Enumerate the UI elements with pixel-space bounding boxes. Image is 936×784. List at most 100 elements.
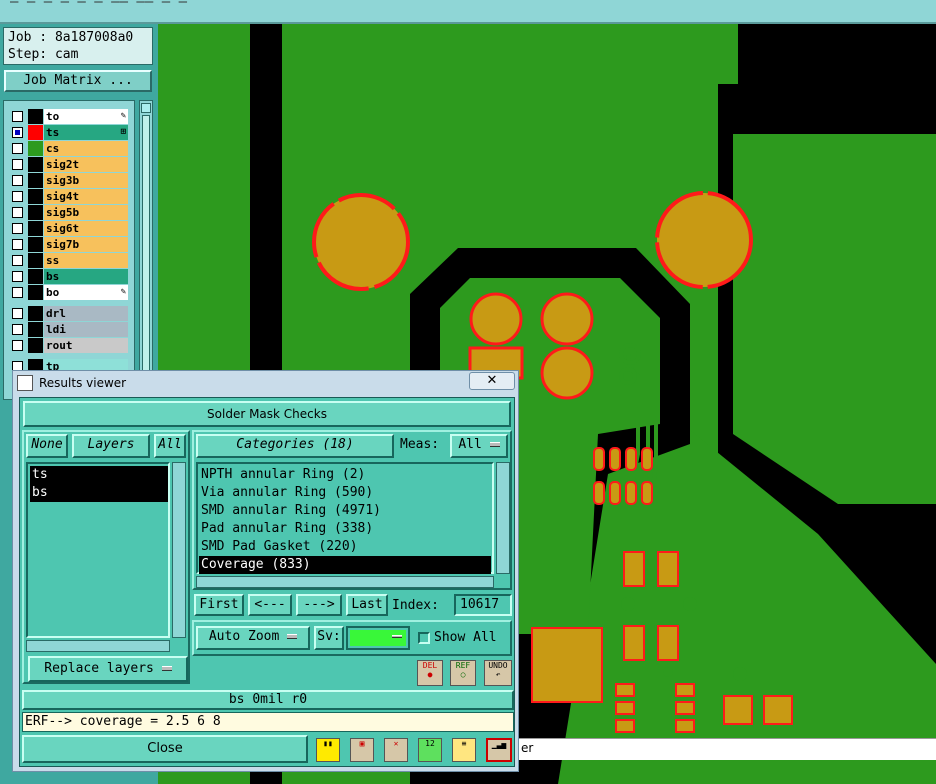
layer-row-ss[interactable]: ss — [10, 253, 128, 268]
title-strip: — — — — — — —— —— — — — [0, 0, 936, 24]
layer-row-drl[interactable]: drl — [10, 306, 128, 321]
layer-row-sig4t[interactable]: sig4t — [10, 189, 128, 204]
reject-icon[interactable]: ✕ — [384, 738, 408, 762]
pencil-icon: ✎ — [120, 287, 126, 297]
layer-checkbox[interactable] — [12, 255, 23, 266]
layer-checkbox[interactable] — [12, 175, 23, 186]
layer-list-scrollbar[interactable] — [139, 100, 153, 400]
layer-color-swatch — [28, 221, 43, 236]
layer-results-list[interactable]: ts bs — [26, 462, 170, 638]
close-window-icon[interactable]: ✕ — [469, 372, 515, 390]
next-button[interactable]: ---> — [296, 594, 342, 616]
layer-name: ss — [44, 253, 128, 268]
category-item[interactable]: Via annular Ring (590) — [199, 484, 491, 502]
replace-layers-button[interactable]: Replace layers — [28, 656, 188, 682]
meas-select[interactable]: All — [450, 434, 508, 458]
del-label: DEL — [422, 661, 438, 670]
show-all-checkbox[interactable] — [418, 632, 430, 644]
grid-icon: ⊞ — [120, 127, 126, 137]
layer-row-sig3b[interactable]: sig3b — [10, 173, 128, 188]
layer-checkbox[interactable] — [12, 271, 23, 282]
dropdown-icon — [489, 442, 500, 447]
layer-checkbox[interactable] — [12, 191, 23, 202]
layer-checkbox[interactable] — [12, 223, 23, 234]
layer-name: to ✎ — [44, 109, 128, 124]
prev-button[interactable]: <--- — [248, 594, 292, 616]
index-input[interactable]: 10617 — [454, 594, 512, 616]
histogram-icon[interactable]: ▁▃▅ — [486, 738, 512, 762]
none-button[interactable]: None — [26, 434, 68, 458]
category-item[interactable]: Coverage (833) — [199, 556, 491, 574]
category-item[interactable]: SMD Pad Gasket (220) — [199, 538, 491, 556]
pencil-icon: ✎ — [120, 111, 126, 121]
close-button[interactable]: Close — [22, 735, 308, 763]
category-item[interactable]: SMD annular Ring (4971) — [199, 502, 491, 520]
undo-icon[interactable]: UNDO ↶ — [484, 660, 512, 686]
scroll-up-arrow-icon[interactable] — [141, 103, 151, 113]
layer-color-swatch — [28, 306, 43, 321]
number-icon[interactable]: 12 — [418, 738, 442, 762]
auto-zoom-select[interactable]: Auto Zoom — [196, 626, 310, 650]
background-strip-text: er — [521, 741, 534, 755]
undo-label: UNDO — [488, 661, 508, 670]
layer-color-swatch — [28, 253, 43, 268]
layer-row-sig2t[interactable]: sig2t — [10, 157, 128, 172]
category-item[interactable]: NPTH annular Ring (2) — [199, 466, 491, 484]
layer-highlight-icon[interactable]: ▮▮ — [316, 738, 340, 762]
layer-color-swatch — [28, 338, 43, 353]
export-icon[interactable]: ▣ — [350, 738, 374, 762]
layer-name: ldi — [44, 322, 128, 337]
job-matrix-button[interactable]: Job Matrix ... — [4, 70, 152, 92]
delete-icon[interactable]: DEL ● — [417, 660, 443, 686]
layer-row-ldi[interactable]: ldi — [10, 322, 128, 337]
category-item[interactable]: Pad annular Ring (338) — [199, 520, 491, 538]
layer-row-sig7b[interactable]: sig7b — [10, 237, 128, 252]
scroll-thumb[interactable] — [142, 115, 150, 385]
layer-checkbox[interactable] — [12, 308, 23, 319]
ref-label: REF — [455, 661, 471, 670]
layer-row-rout[interactable]: rout — [10, 338, 128, 353]
layer-row-cs[interactable]: cs — [10, 141, 128, 156]
layer-checkbox[interactable] — [12, 239, 23, 250]
layer-row-sig6t[interactable]: sig6t — [10, 221, 128, 236]
results-viewer-body: Solder Mask Checks None Layers All ts bs … — [19, 397, 515, 767]
category-scrollbar[interactable] — [496, 462, 510, 574]
layer-name: sig5b — [44, 205, 128, 220]
category-list[interactable]: NPTH annular Ring (2) Via annular Ring (5… — [196, 462, 494, 574]
layer-row-sig5b[interactable]: sig5b — [10, 205, 128, 220]
layer-name: ts ⊞ — [44, 125, 128, 140]
layer-checkbox[interactable] — [12, 159, 23, 170]
layer-color-swatch — [28, 322, 43, 337]
layer-results-scrollbar[interactable] — [172, 462, 186, 638]
layer-color-swatch — [28, 141, 43, 156]
layer-checkbox[interactable] — [12, 143, 23, 154]
notes-icon[interactable]: ≡ — [452, 738, 476, 762]
result-layer-item[interactable]: bs — [30, 484, 168, 502]
layer-results-hscrollbar[interactable] — [26, 640, 170, 652]
layer-checkbox[interactable] — [12, 324, 23, 335]
layer-name: drl — [44, 306, 128, 321]
layer-row-to[interactable]: to ✎ — [10, 109, 128, 124]
category-hscrollbar[interactable] — [196, 576, 494, 588]
sv-color-select[interactable] — [346, 626, 410, 650]
window-app-icon — [17, 375, 33, 391]
replace-layers-label: Replace layers — [44, 661, 154, 676]
first-button[interactable]: First — [194, 594, 244, 616]
auto-zoom-label: Auto Zoom — [208, 629, 280, 644]
last-button[interactable]: Last — [346, 594, 388, 616]
result-layer-item[interactable]: ts — [30, 466, 168, 484]
layer-row-bs[interactable]: bs — [10, 269, 128, 284]
layer-checkbox[interactable] — [12, 207, 23, 218]
dropdown-icon — [287, 634, 298, 639]
dropdown-icon — [392, 635, 402, 638]
layer-checkbox[interactable] — [12, 340, 23, 351]
layer-row-ts[interactable]: ts ⊞ — [10, 125, 128, 140]
all-button[interactable]: All — [154, 434, 186, 458]
reference-icon[interactable]: REF ○ — [450, 660, 476, 686]
layer-checkbox[interactable] — [12, 287, 23, 298]
layer-row-bo[interactable]: bo ✎ — [10, 285, 128, 300]
layer-checkbox[interactable] — [12, 111, 23, 122]
layers-label: Layers — [72, 434, 150, 458]
layer-checkbox[interactable] — [12, 127, 23, 138]
layer-name: cs — [44, 141, 128, 156]
